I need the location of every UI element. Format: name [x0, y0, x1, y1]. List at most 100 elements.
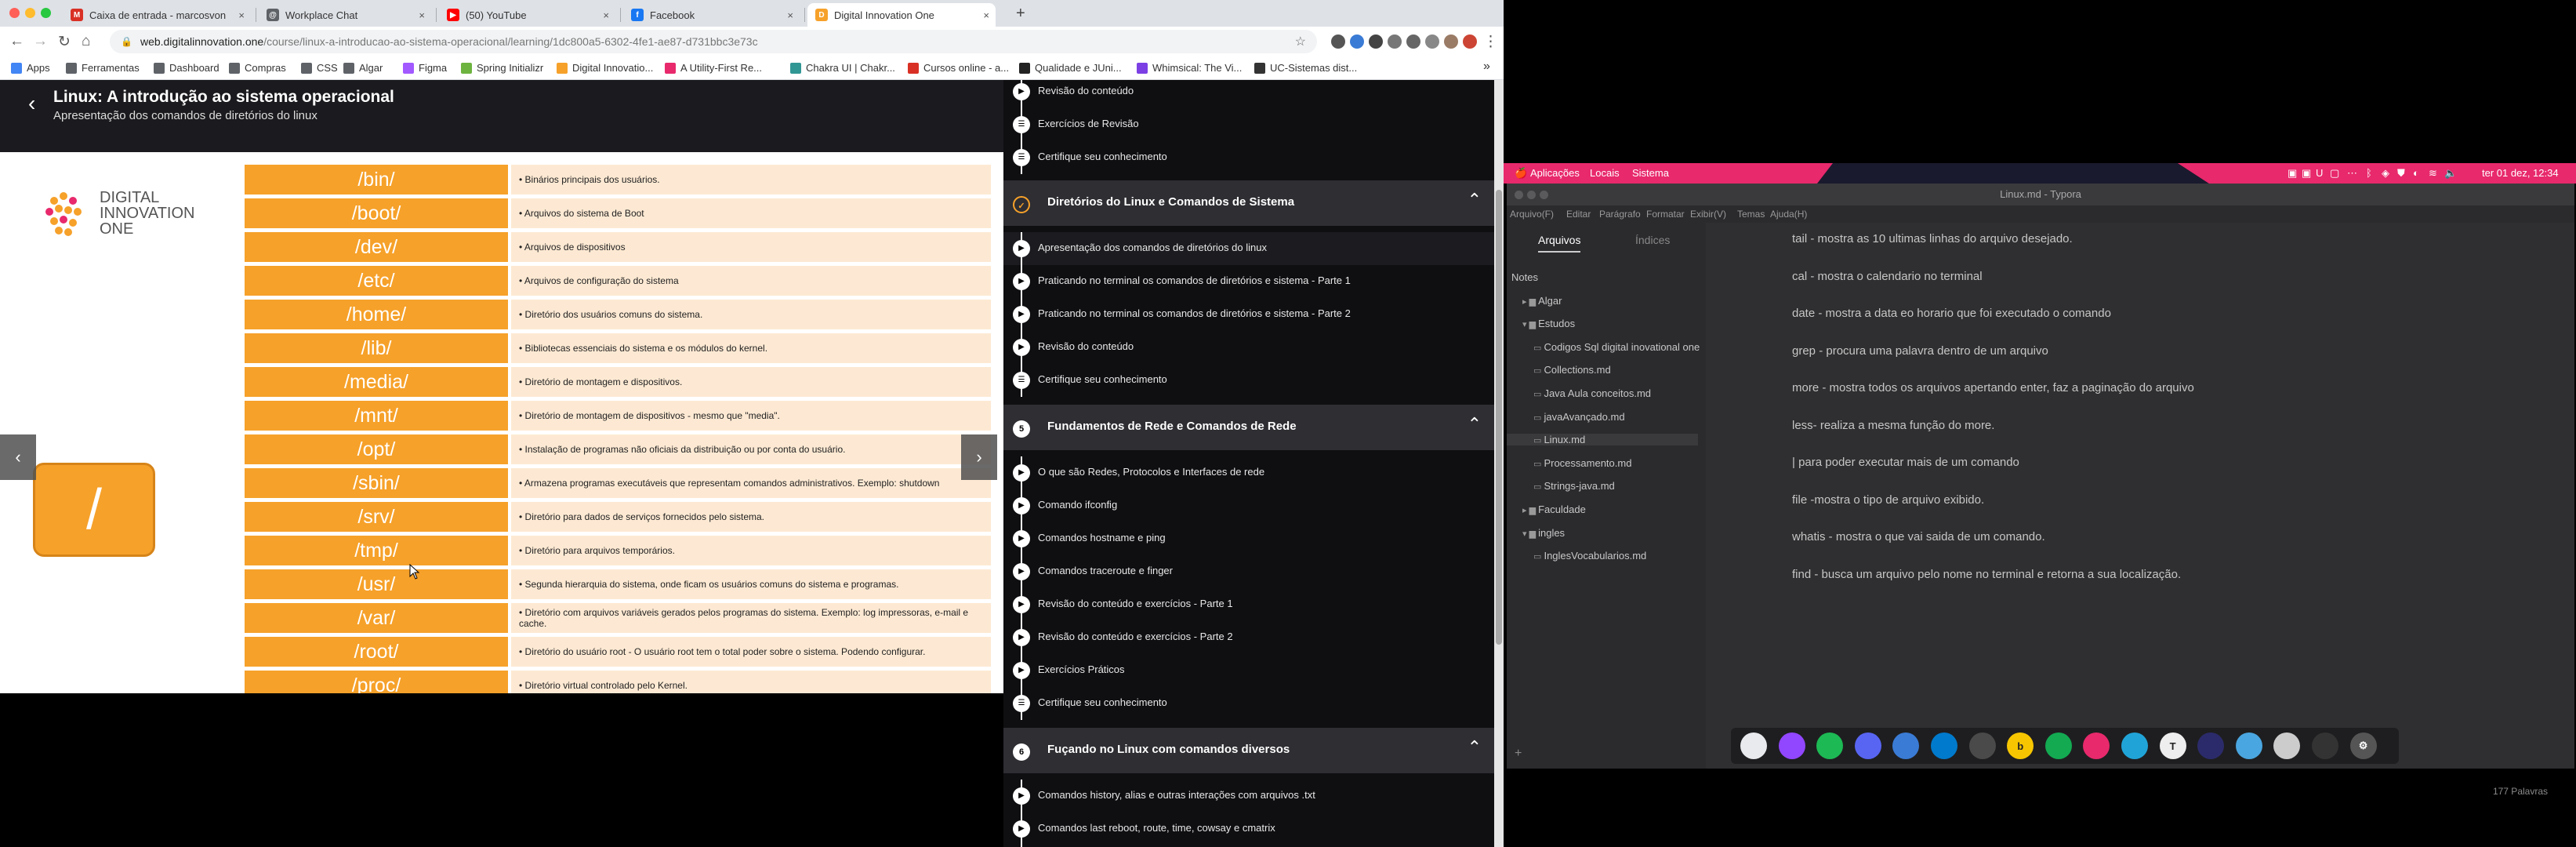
reload-icon[interactable]: ↻ [58, 33, 71, 51]
bluetooth-icon[interactable]: ᛒ [2366, 167, 2372, 179]
collapse-chevron-icon[interactable]: ⌃ [1468, 190, 1482, 210]
maximize-window-button[interactable] [1540, 191, 1548, 199]
editor-paragraph[interactable]: cal - mostra o calendario no terminal [1792, 270, 1983, 283]
previous-slide-button[interactable]: ‹ [0, 434, 36, 480]
lesson-item[interactable]: ▶ Revisão do conteúdo [1003, 331, 1494, 364]
folder-item[interactable]: ▸ ▆ Algar [1522, 295, 1562, 307]
editor-paragraph[interactable]: grep - procura uma palavra dentro de um … [1792, 344, 2048, 358]
folder-item[interactable]: ▾ ▆ Estudos [1522, 318, 1575, 329]
lesson-item[interactable]: ▶ Comandos traceroute e finger [1003, 555, 1494, 588]
bookmark-item[interactable]: Dashboard [154, 62, 220, 74]
app-cyan-icon[interactable] [2121, 732, 2148, 759]
close-tab-icon[interactable]: × [603, 9, 609, 21]
bookmark-item[interactable]: CSS [301, 62, 338, 74]
menu-kebab-icon[interactable]: ⋮ [1483, 33, 1498, 51]
close-tab-icon[interactable]: × [419, 9, 425, 21]
editor-paragraph[interactable]: file -mostra o tipo de arquivo exibido. [1792, 493, 1984, 507]
profile-avatar[interactable] [1444, 35, 1458, 49]
new-tab-button[interactable]: + [1016, 5, 1025, 23]
menu-item[interactable]: Formatar [1646, 209, 1685, 220]
editor-paragraph[interactable]: less- realiza a mesma função do more. [1792, 419, 1994, 432]
file-item[interactable]: ▭ Java Aula conceitos.md [1533, 387, 1651, 399]
app-menu-icon[interactable]: 🍎 [1515, 167, 1527, 180]
bookmark-item[interactable]: Spring Initializr [461, 62, 543, 74]
tray-icon[interactable]: U [2316, 167, 2323, 179]
typora-icon[interactable]: T [2159, 732, 2186, 759]
next-slide-button[interactable]: › [961, 434, 997, 480]
beekeeper-icon[interactable]: b [2007, 732, 2034, 759]
tab-files[interactable]: Arquivos [1538, 234, 1581, 253]
panel-clock[interactable]: ter 01 dez, 12:34 [2482, 167, 2559, 179]
back-chevron-icon[interactable]: ‹ [28, 91, 35, 116]
bookmark-item[interactable]: Algar [343, 62, 383, 74]
lesson-item[interactable]: ▶ Apresentação dos comandos de diretórios… [1003, 232, 1494, 265]
close-tab-icon[interactable]: × [787, 9, 793, 21]
browser-tab[interactable]: ▶ (50) YouTube × [439, 3, 615, 27]
forward-arrow-icon[interactable]: → [33, 33, 48, 50]
collapse-chevron-icon[interactable]: ⌃ [1468, 414, 1482, 434]
lesson-item[interactable]: ☰ Exercícios de Revisão [1003, 108, 1494, 141]
menu-item[interactable]: Arquivo(F) [1510, 209, 1554, 220]
editor-paragraph[interactable]: find - busca um arquivo pelo nome no ter… [1792, 568, 2181, 581]
lesson-item[interactable]: ▶ Revisão do conteúdo [1003, 80, 1494, 108]
lesson-item[interactable]: ▶ O que são Redes, Protocolos e Interface… [1003, 456, 1494, 489]
browser-tab[interactable]: D Digital Innovation One × [807, 3, 996, 27]
chrome-icon[interactable] [1740, 732, 1767, 759]
twitch-icon[interactable] [1778, 732, 1805, 759]
settings-icon[interactable]: ⚙ [2349, 732, 2377, 759]
bookmark-item[interactable]: Apps [11, 62, 50, 74]
browser-tab[interactable]: @ Workplace Chat × [259, 3, 431, 27]
scrollbar-thumb[interactable] [1496, 190, 1502, 645]
file-item[interactable]: ▭ Codigos Sql digital inovational one [1533, 341, 1700, 353]
close-tab-icon[interactable]: × [238, 9, 245, 21]
menu-item[interactable]: Parágrafo [1599, 209, 1641, 220]
markdown-editor[interactable]: tail - mostra as 10 ultimas linhas do ar… [1706, 223, 2574, 797]
minimize-window-button[interactable] [1527, 191, 1536, 199]
folder-item[interactable]: ▸ ▆ Faculdade [1522, 503, 1586, 515]
mongodb-icon[interactable] [2044, 732, 2072, 759]
reading-list-icon[interactable] [1425, 35, 1439, 49]
collapse-chevron-icon[interactable]: ⌃ [1468, 737, 1482, 758]
bookmark-item[interactable]: A Utility-First Re... [665, 62, 762, 74]
lesson-item[interactable]: ☰ Certifique seu conhecimento [1003, 141, 1494, 174]
lesson-item[interactable]: ☰ Certifique seu conhecimento [1003, 364, 1494, 397]
close-window-button[interactable] [1515, 191, 1523, 199]
tray-icon[interactable]: ▣ [2302, 167, 2311, 180]
page-scrollbar[interactable] [1494, 80, 1504, 847]
vscode-icon[interactable] [1931, 732, 1957, 759]
tray-icon[interactable]: ▣ [2288, 167, 2297, 180]
folder-item[interactable]: ▾ ▆ ingles [1522, 527, 1565, 539]
file-item[interactable]: ▭ Collections.md [1533, 364, 1611, 376]
close-tab-icon[interactable]: × [983, 9, 989, 21]
editor-paragraph[interactable]: date - mostra a data eo horario que foi … [1792, 307, 2111, 320]
home-icon[interactable]: ⌂ [82, 33, 90, 50]
bookmarks-overflow-icon[interactable]: » [1483, 60, 1490, 74]
tray-icon[interactable]: ▢ [2330, 167, 2339, 180]
module-header[interactable]: ✓ Diretórios do Linux e Comandos de Siste… [1003, 180, 1494, 226]
panel-menu-applications[interactable]: Aplicações [1530, 167, 1580, 179]
extension-icon[interactable] [1388, 35, 1402, 49]
bookmark-item[interactable]: Digital Innovatio... [557, 62, 653, 74]
bookmark-item[interactable]: Cursos online - a... [908, 62, 1009, 74]
profile-avatar[interactable] [1463, 35, 1477, 49]
extension-icon[interactable] [1369, 35, 1383, 49]
module-header[interactable]: 5 Fundamentos de Rede e Comandos de Rede ⌃ [1003, 405, 1494, 450]
editor-paragraph[interactable]: | para poder executar mais de um comando [1792, 456, 2019, 469]
shield-icon[interactable]: ⛊ [2397, 167, 2405, 180]
tray-icon[interactable]: ◐ [2413, 167, 2419, 179]
panel-menu-system[interactable]: Sistema [1632, 167, 1669, 179]
bookmark-item[interactable]: Ferramentas [66, 62, 140, 74]
folder-item[interactable]: Notes [1511, 271, 1538, 283]
add-file-button[interactable]: + [1515, 747, 1522, 761]
address-bar[interactable]: 🔒 web.digitalinnovation.one/course/linux… [110, 30, 1317, 53]
bookmark-item[interactable]: Chakra UI | Chakr... [790, 62, 895, 74]
browser-tab[interactable]: M Caixa de entrada - marcosvon × [63, 3, 251, 27]
menu-item[interactable]: Exibir(V) [1690, 209, 1726, 220]
lesson-item[interactable]: ☰ Certifique seu conhecimento [1003, 687, 1494, 720]
editor-paragraph[interactable]: tail - mostra as 10 ultimas linhas do ar… [1792, 232, 2073, 245]
wifi-icon[interactable]: ≋ [2429, 167, 2437, 180]
tray-icon[interactable]: ⋯ [2347, 167, 2357, 180]
lesson-item[interactable]: ▶ Exercícios Práticos [1003, 654, 1494, 687]
volume-icon[interactable]: 🔈 [2444, 167, 2457, 180]
lesson-item[interactable]: ▶ Praticando no terminal os comandos de d… [1003, 298, 1494, 331]
